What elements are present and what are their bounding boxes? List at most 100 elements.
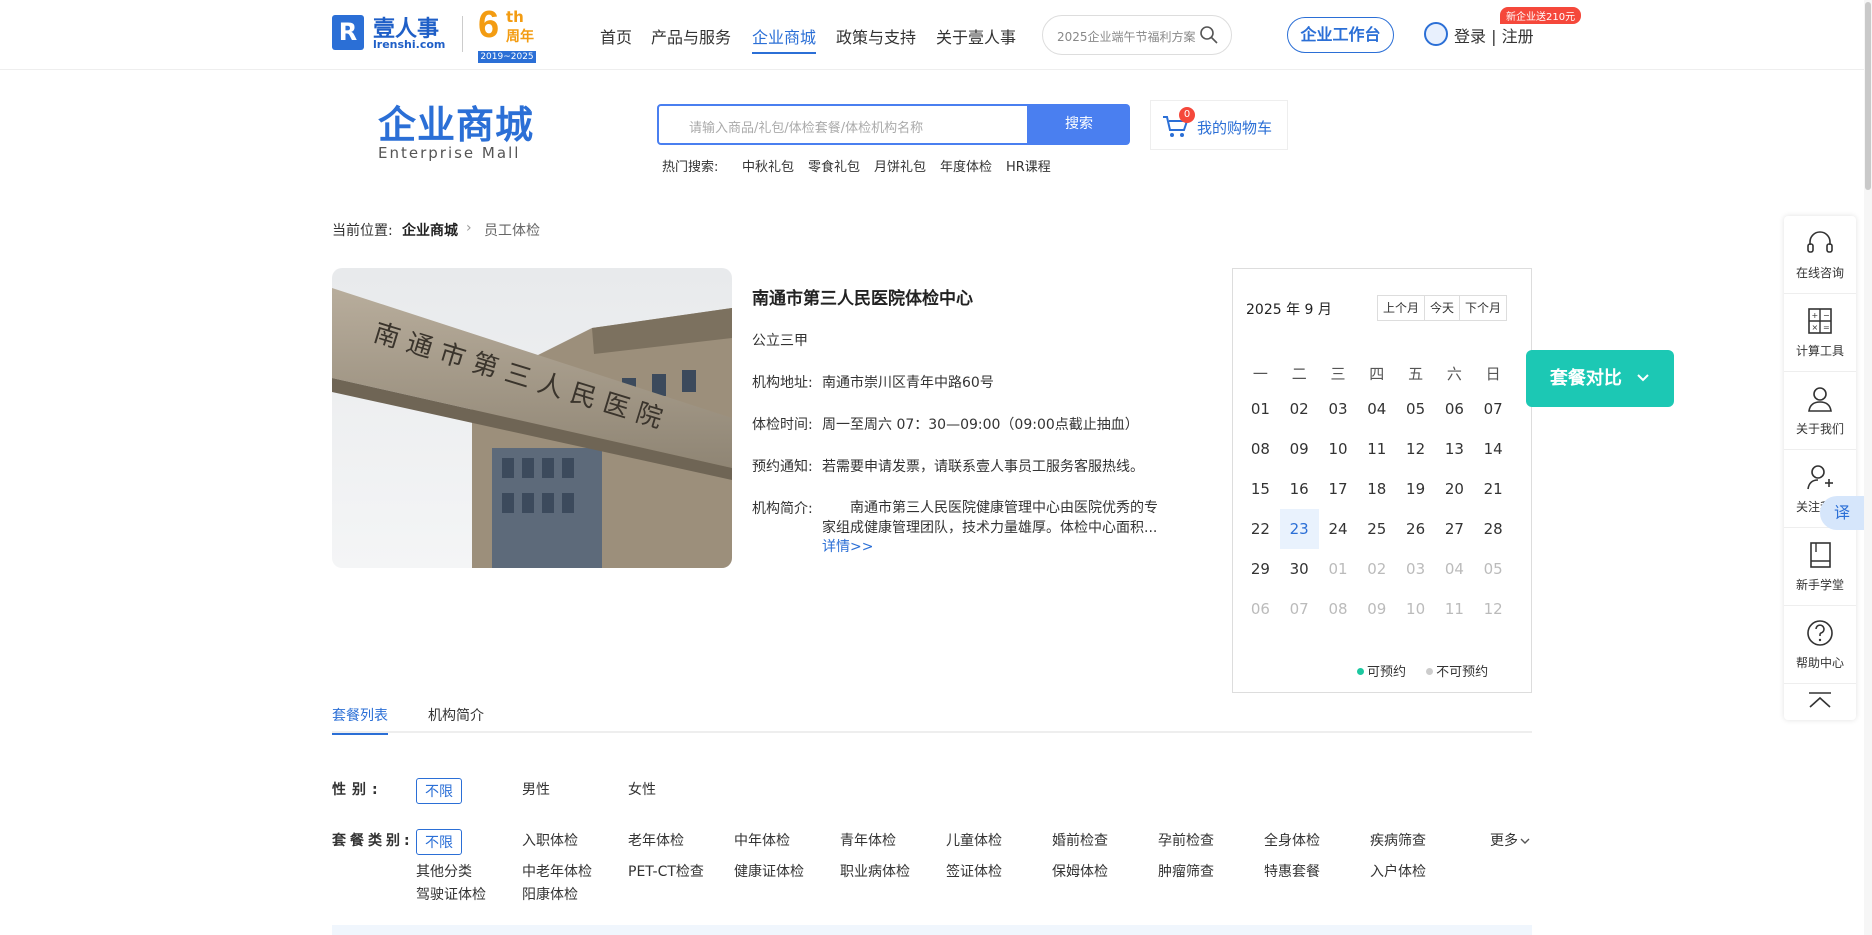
hot-search-item[interactable]: 中秋礼包	[742, 156, 794, 175]
calendar-day[interactable]: 06	[1435, 389, 1474, 429]
sidebar-item-tutorial[interactable]: 新手学堂	[1784, 528, 1856, 606]
calendar-day[interactable]: 13	[1435, 429, 1474, 469]
calendar-prev-month-button[interactable]: 上个月	[1378, 296, 1426, 320]
calendar-day[interactable]: 10	[1319, 429, 1358, 469]
top-search-input[interactable]: 2025企业端午节福利方案	[1042, 15, 1232, 55]
top-nav-bar: R 壹人事 lrenshi.com 6 th 周年 2019~2025 首页 产…	[0, 0, 1872, 70]
category-option[interactable]: 签证体检	[946, 861, 1002, 881]
calendar-day[interactable]: 20	[1435, 469, 1474, 509]
calendar-day[interactable]: 18	[1357, 469, 1396, 509]
calendar-weekday: 一	[1252, 365, 1268, 383]
category-option[interactable]: 孕前检查	[1158, 830, 1214, 850]
scrollbar-thumb[interactable]	[1865, 2, 1871, 190]
hot-search-item[interactable]: 月饼礼包	[874, 156, 926, 175]
login-register-link[interactable]: 登录 | 注册	[1454, 23, 1534, 47]
calendar-today-button[interactable]: 今天	[1425, 296, 1461, 320]
nav-mall[interactable]: 企业商城	[752, 24, 817, 54]
calendar-day[interactable]: 07	[1474, 389, 1513, 429]
anniversary-number: 6	[478, 4, 500, 46]
category-option[interactable]: 入户体检	[1370, 861, 1426, 881]
calendar-day[interactable]: 09	[1280, 429, 1319, 469]
package-compare-button[interactable]: 套餐对比	[1526, 350, 1674, 407]
address-value: 南通市崇川区青年中路60号	[822, 375, 994, 391]
gender-option[interactable]: 不限	[416, 778, 462, 804]
calendar-day[interactable]: 02	[1280, 389, 1319, 429]
calendar-day[interactable]: 27	[1435, 509, 1474, 549]
category-option[interactable]: 青年体检	[840, 830, 896, 850]
calendar-day[interactable]: 25	[1357, 509, 1396, 549]
more-categories-link[interactable]: 更多	[1490, 830, 1530, 850]
category-option[interactable]: 老年体检	[628, 830, 684, 850]
sidebar-item-help[interactable]: 帮助中心	[1784, 606, 1856, 684]
calendar-next-month-button[interactable]: 下个月	[1460, 296, 1506, 320]
nav-products[interactable]: 产品与服务	[651, 24, 731, 48]
category-option[interactable]: 阳康体检	[522, 884, 578, 904]
calendar-day[interactable]: 28	[1474, 509, 1513, 549]
category-option[interactable]: 肿瘤筛查	[1158, 861, 1214, 881]
mall-title[interactable]: 企业商城	[378, 94, 534, 149]
intro-more-link[interactable]: 详情>>	[822, 536, 873, 556]
category-option[interactable]: 全身体检	[1264, 830, 1320, 850]
back-to-top-button[interactable]	[1784, 684, 1856, 720]
calendar-day[interactable]: 16	[1280, 469, 1319, 509]
sidebar-item-calculator[interactable]: + − × = 计算工具	[1784, 294, 1856, 372]
gender-option[interactable]: 女性	[628, 779, 656, 799]
category-option[interactable]: 健康证体检	[734, 861, 804, 881]
logo-mark[interactable]: R	[332, 15, 364, 50]
hot-search-item[interactable]: 零食礼包	[808, 156, 860, 175]
category-option[interactable]: 特惠套餐	[1264, 861, 1320, 881]
calendar-day[interactable]: 05	[1396, 389, 1435, 429]
sidebar-item-about[interactable]: 关于我们	[1784, 372, 1856, 450]
category-option[interactable]: 儿童体检	[946, 830, 1002, 850]
category-option[interactable]: 不限	[416, 829, 462, 855]
category-option[interactable]: 其他分类	[416, 861, 472, 881]
calendar-day[interactable]: 24	[1319, 509, 1358, 549]
calendar-day[interactable]: 08	[1241, 429, 1280, 469]
calendar-day[interactable]: 03	[1319, 389, 1358, 429]
calendar-day[interactable]: 26	[1396, 509, 1435, 549]
more-categories-label: 更多	[1490, 833, 1518, 849]
category-option[interactable]: 疾病筛查	[1370, 830, 1426, 850]
category-option[interactable]: 入职体检	[522, 830, 578, 850]
tab-institution-intro[interactable]: 机构简介	[428, 705, 484, 725]
nav-home[interactable]: 首页	[600, 24, 632, 48]
calendar-day[interactable]: 12	[1396, 429, 1435, 469]
search-icon[interactable]	[1199, 25, 1219, 45]
sidebar-item-consult[interactable]: 在线咨询	[1784, 216, 1856, 294]
calendar-day[interactable]: 21	[1474, 469, 1513, 509]
nav-policy[interactable]: 政策与支持	[836, 24, 916, 48]
workbench-button[interactable]: 企业工作台	[1287, 17, 1394, 53]
category-option[interactable]: 中老年体检	[522, 861, 592, 881]
hot-search-item[interactable]: HR课程	[1006, 156, 1051, 175]
category-option[interactable]: 中年体检	[734, 830, 790, 850]
category-option[interactable]: 驾驶证体检	[416, 884, 486, 904]
translate-button[interactable]: 译	[1820, 496, 1864, 530]
page-scrollbar[interactable]	[1864, 0, 1872, 935]
calendar-day[interactable]: 30	[1280, 549, 1319, 589]
nav-about[interactable]: 关于壹人事	[936, 24, 1016, 48]
calendar-day[interactable]: 29	[1241, 549, 1280, 589]
category-option[interactable]: 职业病体检	[840, 861, 910, 881]
calendar-day[interactable]: 23	[1279, 509, 1319, 549]
calendar-day[interactable]: 14	[1474, 429, 1513, 469]
calendar-day[interactable]: 11	[1357, 429, 1396, 469]
user-icon[interactable]	[1424, 22, 1448, 46]
gender-option[interactable]: 男性	[522, 779, 550, 799]
mall-search-button[interactable]: 搜索	[1028, 104, 1130, 145]
breadcrumb-mall[interactable]: 企业商城	[402, 220, 458, 240]
category-option[interactable]: 婚前检查	[1052, 830, 1108, 850]
calendar-day[interactable]: 19	[1396, 469, 1435, 509]
tab-package-list[interactable]: 套餐列表	[332, 705, 388, 735]
hot-search-item[interactable]: 年度体检	[940, 156, 992, 175]
add-user-icon	[1807, 465, 1833, 490]
category-option[interactable]: PET-CT检查	[628, 861, 704, 881]
calendar-day[interactable]: 17	[1319, 469, 1358, 509]
calendar-day[interactable]: 15	[1241, 469, 1280, 509]
cart-button[interactable]: 0 我的购物车	[1150, 100, 1288, 150]
calendar-day[interactable]: 04	[1357, 389, 1396, 429]
calendar-day[interactable]: 01	[1241, 389, 1280, 429]
calendar-day-other-month: 08	[1328, 600, 1348, 618]
category-option[interactable]: 保姆体检	[1052, 861, 1108, 881]
mall-search-input[interactable]: 请输入商品/礼包/体检套餐/体检机构名称	[657, 104, 1029, 145]
calendar-day[interactable]: 22	[1241, 509, 1280, 549]
